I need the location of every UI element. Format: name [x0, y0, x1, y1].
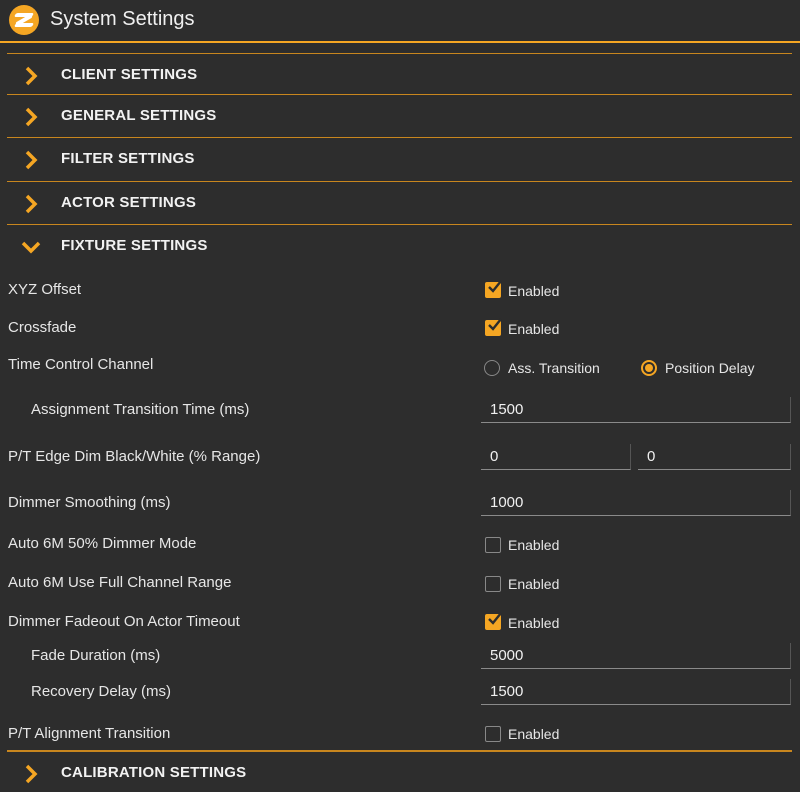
radio-position-delay[interactable]: [641, 360, 657, 376]
section-actor-settings[interactable]: ACTOR SETTINGS: [7, 181, 792, 224]
section-filter-settings[interactable]: FILTER SETTINGS: [7, 137, 792, 180]
section-label: GENERAL SETTINGS: [61, 107, 217, 124]
section-fixture-settings[interactable]: FIXTURE SETTINGS: [7, 224, 792, 267]
assignment-transition-time-input[interactable]: [481, 397, 791, 423]
chevron-right-icon: [25, 107, 38, 127]
dimmer-fadeout-option: Enabled: [508, 615, 560, 631]
pt-edge-dim-white-input[interactable]: [638, 444, 791, 470]
chevron-right-icon: [25, 150, 38, 170]
crossfade-label: Crossfade: [8, 319, 77, 336]
auto-6m-50-dimmer-option: Enabled: [508, 537, 560, 553]
title-underline: [0, 41, 800, 43]
app-logo-icon: [9, 5, 39, 35]
pt-alignment-transition-checkbox[interactable]: [485, 726, 501, 742]
section-client-settings[interactable]: CLIENT SETTINGS: [7, 53, 792, 96]
section-label: ACTOR SETTINGS: [61, 194, 197, 211]
auto-6m-50-dimmer-label: Auto 6M 50% Dimmer Mode: [8, 535, 197, 552]
section-calibration-settings[interactable]: CALIBRATION SETTINGS: [7, 750, 792, 792]
check-icon: [488, 318, 502, 331]
pt-alignment-transition-option: Enabled: [508, 726, 560, 742]
crossfade-checkbox[interactable]: [485, 318, 502, 336]
auto-6m-50-dimmer-checkbox[interactable]: [485, 537, 501, 553]
check-icon: [488, 612, 502, 625]
radio-position-delay-label: Position Delay: [665, 360, 755, 376]
dimmer-fadeout-label: Dimmer Fadeout On Actor Timeout: [8, 613, 240, 630]
dimmer-fadeout-checkbox[interactable]: [485, 612, 502, 630]
assignment-transition-time-label: Assignment Transition Time (ms): [31, 401, 250, 418]
section-label: FIXTURE SETTINGS: [61, 237, 208, 254]
crossfade-option: Enabled: [508, 321, 560, 337]
chevron-right-icon: [25, 764, 38, 784]
xyz-offset-checkbox[interactable]: [485, 280, 502, 298]
dimmer-smoothing-label: Dimmer Smoothing (ms): [8, 494, 171, 511]
radio-ass-transition-label: Ass. Transition: [508, 360, 600, 376]
xyz-offset-label: XYZ Offset: [8, 281, 82, 298]
auto-6m-full-range-checkbox[interactable]: [485, 576, 501, 592]
pt-edge-dim-label: P/T Edge Dim Black/White (% Range): [8, 448, 261, 465]
section-label: CLIENT SETTINGS: [61, 66, 198, 83]
time-control-channel-label: Time Control Channel: [8, 356, 154, 373]
auto-6m-full-range-option: Enabled: [508, 576, 560, 592]
pt-alignment-transition-label: P/T Alignment Transition: [8, 725, 171, 742]
radio-ass-transition[interactable]: [484, 360, 500, 376]
section-general-settings[interactable]: GENERAL SETTINGS: [7, 94, 792, 137]
section-label: FILTER SETTINGS: [61, 150, 195, 167]
chevron-right-icon: [25, 194, 38, 214]
check-icon: [488, 280, 502, 293]
chevron-down-icon: [21, 241, 41, 254]
recovery-delay-input[interactable]: [481, 679, 791, 705]
recovery-delay-label: Recovery Delay (ms): [31, 683, 172, 700]
fade-duration-label: Fade Duration (ms): [31, 647, 161, 664]
pt-edge-dim-black-input[interactable]: [481, 444, 631, 470]
page-title: System Settings: [50, 8, 195, 30]
xyz-offset-option: Enabled: [508, 283, 560, 299]
fade-duration-input[interactable]: [481, 643, 791, 669]
title-bar: System Settings: [0, 0, 800, 43]
dimmer-smoothing-input[interactable]: [481, 490, 791, 516]
chevron-right-icon: [25, 66, 38, 86]
section-label: CALIBRATION SETTINGS: [61, 764, 247, 781]
auto-6m-full-range-label: Auto 6M Use Full Channel Range: [8, 574, 232, 591]
